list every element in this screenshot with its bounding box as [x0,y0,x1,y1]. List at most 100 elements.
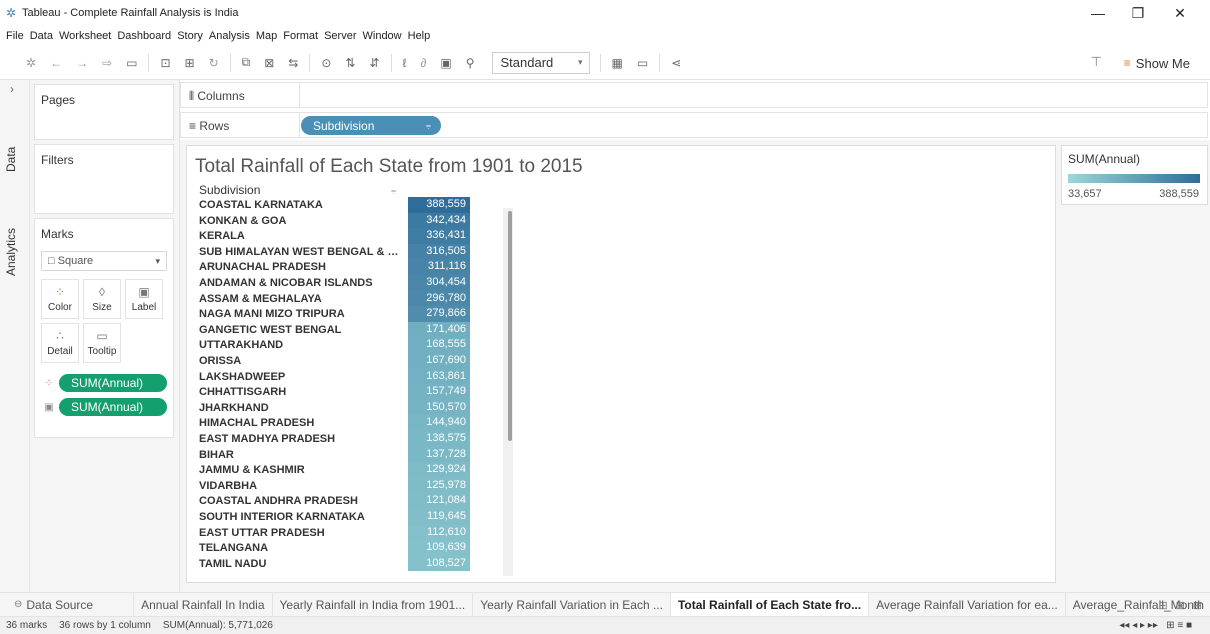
table-row[interactable]: UTTARAKHAND 168,555 [197,337,517,353]
value-cell[interactable]: 119,645 [408,509,470,525]
row-label[interactable]: NAGA MANI MIZO TRIPURA [199,308,345,320]
table-row[interactable]: COASTAL ANDHRA PRADESH 121,084 [197,493,517,509]
rows-shelf[interactable]: ≡ Rows Subdivision ⩦ [180,112,1208,138]
menu-worksheet[interactable]: Worksheet [59,30,111,42]
table-row[interactable]: TAMIL NADU 108,527 [197,555,517,572]
sheet-navigation-icons[interactable]: ◂◂ ◂ ▸ ▸▸ ⊞ ≡ ■ [1119,620,1192,631]
value-cell[interactable]: 304,454 [408,275,470,291]
menu-server[interactable]: Server [324,30,356,42]
value-cell[interactable]: 336,431 [408,228,470,244]
menu-story[interactable]: Story [177,30,203,42]
new-dashboard-icon[interactable]: ⊞ [1176,599,1185,612]
fix-axes-icon[interactable]: ⚲ [466,56,475,70]
row-label[interactable]: EAST MADHYA PRADESH [199,433,335,445]
sheet-tab[interactable]: Yearly Rainfall in India from 1901... [273,592,474,617]
color-measure-pill[interactable]: SUM(Annual) [59,374,167,392]
label-measure-pill[interactable]: SUM(Annual) [59,398,167,416]
columns-drop-area[interactable] [299,83,300,107]
value-cell[interactable]: 296,780 [408,290,470,307]
refresh-icon[interactable]: ↻ [209,56,219,70]
tab-data-source[interactable]: ⊖ Data Source [0,592,135,617]
menu-map[interactable]: Map [256,30,277,42]
new-worksheet-icon[interactable]: ⊞ [1158,599,1167,612]
highlight-icon[interactable]: ℓ [403,56,407,70]
mark-type-select[interactable]: □ Square ▾ [41,251,167,271]
table-row[interactable]: NAGA MANI MIZO TRIPURA 279,866 [197,306,517,322]
row-label[interactable]: BIHAR [199,449,234,461]
duplicate-sheet-icon[interactable]: ⧉ [242,55,251,70]
value-cell[interactable]: 316,505 [408,243,470,260]
row-label[interactable]: VIDARBHA [199,480,257,492]
sheet-tab[interactable]: Total Rainfall of Each State fro... [670,592,870,617]
row-label[interactable]: KONKAN & GOA [199,215,286,227]
value-cell[interactable]: 138,575 [408,431,470,447]
table-row[interactable]: EAST UTTAR PRADESH 112,610 [197,524,517,541]
table-row[interactable]: ARUNACHAL PRADESH 311,116 [197,259,517,275]
label-button[interactable]: ▣ Label [125,279,163,319]
sheet-tab[interactable]: Annual Rainfall In India [134,592,273,617]
table-row[interactable]: HIMACHAL PRADESH 144,940 [197,415,517,431]
value-cell[interactable]: 157,749 [408,384,470,400]
pages-card[interactable]: Pages [34,84,174,140]
tab-analytics[interactable]: Analytics [4,228,18,276]
value-cell[interactable]: 112,610 [408,524,470,541]
table-row[interactable]: LAKSHADWEEP 163,861 [197,368,517,385]
table-row[interactable]: VIDARBHA 125,978 [197,477,517,494]
value-cell[interactable]: 144,940 [408,415,470,431]
clear-sheet-icon[interactable]: ⊠ [264,56,274,70]
table-row[interactable]: KONKAN & GOA 342,434 [197,212,517,229]
row-label[interactable]: ANDAMAN & NICOBAR ISLANDS [199,277,373,289]
table-row[interactable]: EAST MADHYA PRADESH 138,575 [197,431,517,447]
new-sheet-icon[interactable]: ⊞ [185,56,195,70]
maximize-button[interactable]: ❐ [1118,0,1158,26]
fit-select[interactable]: Standard ▾ [491,51,590,74]
row-label[interactable]: GANGETIC WEST BENGAL [199,324,341,336]
columns-shelf[interactable]: ⫴ Columns [180,82,1208,108]
color-button[interactable]: ⁘ Color [41,279,79,319]
tooltip-button[interactable]: ▭ Tooltip [83,323,121,363]
detail-button[interactable]: ∴ Detail [41,323,79,363]
undo-icon[interactable]: ← [50,56,62,70]
row-label[interactable]: EAST UTTAR PRADESH [199,527,325,539]
show-cards-icon[interactable]: ▦ [612,56,623,70]
sheet-tab[interactable]: Average Rainfall Variation for ea... [869,592,1066,617]
row-label[interactable]: TAMIL NADU [199,558,266,570]
minimize-button[interactable]: — [1078,0,1118,26]
subdivision-header[interactable]: Subdivision [199,183,260,197]
value-cell[interactable]: 121,084 [408,493,470,509]
value-cell[interactable]: 388,559 [408,197,470,213]
row-label[interactable]: JAMMU & KASHMIR [199,464,305,476]
row-label[interactable]: ARUNACHAL PRADESH [199,261,326,273]
new-data-source-icon[interactable]: ⊡ [160,56,170,70]
annotate-icon[interactable]: ∂ [420,56,426,70]
table-row[interactable]: SUB HIMALAYAN WEST BENGAL & SIK.. 316,505 [197,243,517,260]
sheet-tab[interactable]: Yearly Rainfall Variation in Each ... [473,592,671,617]
close-button[interactable]: ✕ [1160,0,1200,26]
table-row[interactable]: ANDAMAN & NICOBAR ISLANDS 304,454 [197,275,517,291]
value-cell[interactable]: 125,978 [408,477,470,494]
value-cell[interactable]: 167,690 [408,353,470,369]
row-label[interactable]: SUB HIMALAYAN WEST BENGAL & SIK.. [199,246,401,258]
value-cell[interactable]: 108,527 [408,555,470,572]
row-label[interactable]: KERALA [199,230,245,242]
table-row[interactable]: BIHAR 137,728 [197,446,517,463]
menu-dashboard[interactable]: Dashboard [117,30,171,42]
menu-help[interactable]: Help [408,30,431,42]
row-label[interactable]: ASSAM & MEGHALAYA [199,293,322,305]
presentation-mode-icon[interactable]: ▭ [637,56,648,70]
row-label[interactable]: SOUTH INTERIOR KARNATAKA [199,511,365,523]
group-icon[interactable]: ⊙ [321,56,331,70]
redo-icon[interactable]: → [76,56,88,70]
row-label[interactable]: COASTAL KARNATAKA [199,199,323,211]
value-cell[interactable]: 137,728 [408,446,470,463]
table-row[interactable]: GANGETIC WEST BENGAL 171,406 [197,321,517,338]
row-label[interactable]: HIMACHAL PRADESH [199,417,314,429]
row-label[interactable]: TELANGANA [199,542,268,554]
sort-ascending-icon[interactable]: ⇅ [345,56,355,70]
value-cell[interactable]: 168,555 [408,337,470,353]
rows-drop-area[interactable] [299,113,300,137]
save-icon[interactable]: ▭ [126,56,137,70]
new-story-icon[interactable]: ⊞ [1193,599,1202,612]
table-row[interactable]: ASSAM & MEGHALAYA 296,780 [197,290,517,307]
table-row[interactable]: COASTAL KARNATAKA 388,559 [197,197,517,213]
